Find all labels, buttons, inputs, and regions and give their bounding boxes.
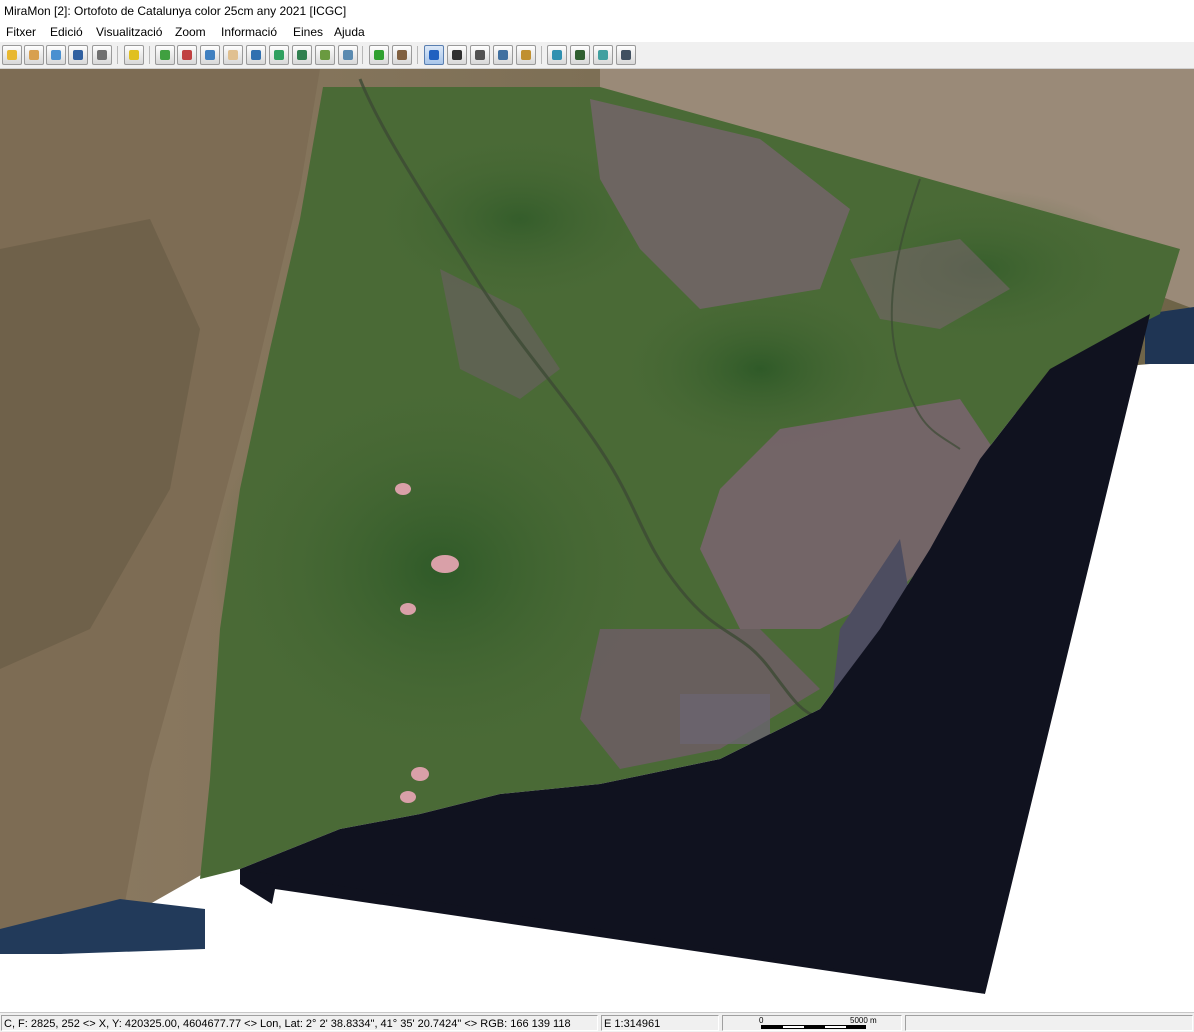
gps-button[interactable] bbox=[392, 45, 412, 65]
brightness-icon bbox=[129, 50, 139, 60]
zoom-layer-button[interactable] bbox=[292, 45, 312, 65]
pointer-button[interactable] bbox=[447, 45, 467, 65]
menu-zoom[interactable]: Zoom bbox=[175, 22, 206, 42]
quarry-patch bbox=[400, 603, 416, 615]
filter-button[interactable] bbox=[593, 45, 613, 65]
menu-bar: Fitxer Edició Visualització Zoom Informa… bbox=[0, 22, 1194, 42]
zoom-search-icon bbox=[343, 50, 353, 60]
print-icon bbox=[97, 50, 107, 60]
airport-area bbox=[680, 694, 770, 744]
quarry-patch bbox=[411, 767, 429, 781]
status-bar: C, F: 2825, 252 <> X, Y: 420325.00, 4604… bbox=[0, 1012, 1194, 1032]
zoom-layer-icon bbox=[297, 50, 307, 60]
print-button[interactable] bbox=[92, 45, 112, 65]
layers-button[interactable] bbox=[547, 45, 567, 65]
menu-eines[interactable]: Eines bbox=[293, 22, 323, 42]
zoom-window-icon bbox=[205, 50, 215, 60]
edit-button[interactable] bbox=[516, 45, 536, 65]
coordinate-readout: C, F: 2825, 252 <> X, Y: 420325.00, 4604… bbox=[1, 1015, 598, 1031]
quarry-patch bbox=[395, 483, 411, 495]
scale-bar: 0 5000 m bbox=[722, 1015, 902, 1031]
measure-button[interactable] bbox=[470, 45, 490, 65]
refresh-button[interactable] bbox=[369, 45, 389, 65]
pan-hand-icon bbox=[228, 50, 238, 60]
zoom-in-button[interactable] bbox=[155, 45, 175, 65]
measure-icon bbox=[475, 50, 485, 60]
no-data-area bbox=[0, 954, 205, 994]
layers-icon bbox=[552, 50, 562, 60]
quarry-patch bbox=[431, 555, 459, 573]
status-empty-panel bbox=[905, 1015, 1193, 1031]
save-icon bbox=[73, 50, 83, 60]
zoom-scale-button[interactable] bbox=[315, 45, 335, 65]
menu-edicio[interactable]: Edició bbox=[50, 22, 83, 42]
zoom-in-icon bbox=[160, 50, 170, 60]
filter-icon bbox=[598, 50, 608, 60]
scale-bar-graphic bbox=[761, 1025, 866, 1029]
menu-visualitzacio[interactable]: Visualització bbox=[96, 22, 162, 42]
window-title: MiraMon [2]: Ortofoto de Catalunya color… bbox=[0, 0, 1194, 22]
save-button[interactable] bbox=[68, 45, 88, 65]
table-button[interactable] bbox=[616, 45, 636, 65]
legend-button[interactable] bbox=[570, 45, 590, 65]
toolbar-separator bbox=[417, 46, 418, 64]
zoom-previous-button[interactable] bbox=[269, 45, 289, 65]
open-file-icon bbox=[29, 50, 39, 60]
profile-icon bbox=[498, 50, 508, 60]
zoom-window-button[interactable] bbox=[200, 45, 220, 65]
gps-icon bbox=[397, 50, 407, 60]
info-button[interactable] bbox=[424, 45, 444, 65]
zoom-full-button[interactable] bbox=[246, 45, 266, 65]
quarry-patch bbox=[400, 791, 416, 803]
profile-button[interactable] bbox=[493, 45, 513, 65]
info-icon bbox=[429, 50, 439, 60]
open-folder-button[interactable] bbox=[2, 45, 22, 65]
toolbar-separator bbox=[541, 46, 542, 64]
globe-open-icon bbox=[51, 50, 61, 60]
open-globe-button[interactable] bbox=[46, 45, 66, 65]
zoom-scale-icon bbox=[320, 50, 330, 60]
legend-icon bbox=[575, 50, 585, 60]
menu-ajuda[interactable]: Ajuda bbox=[334, 22, 365, 42]
zoom-search-button[interactable] bbox=[338, 45, 358, 65]
toolbar-separator bbox=[117, 46, 118, 64]
open-file-button[interactable] bbox=[24, 45, 44, 65]
zoom-out-icon bbox=[182, 50, 192, 60]
map-view[interactable] bbox=[0, 69, 1194, 994]
toolbar bbox=[0, 42, 1194, 69]
menu-informacio[interactable]: Informació bbox=[221, 22, 277, 42]
toolbar-separator bbox=[149, 46, 150, 64]
scale-readout: E 1:314961 bbox=[601, 1015, 719, 1031]
menu-fitxer[interactable]: Fitxer bbox=[6, 22, 36, 42]
open-folder-icon bbox=[7, 50, 17, 60]
pointer-icon bbox=[452, 50, 462, 60]
zoom-out-button[interactable] bbox=[177, 45, 197, 65]
pan-button[interactable] bbox=[223, 45, 243, 65]
edit-icon bbox=[521, 50, 531, 60]
toolbar-separator bbox=[362, 46, 363, 64]
orthophoto-map bbox=[0, 69, 1194, 994]
zoom-previous-icon bbox=[274, 50, 284, 60]
table-icon bbox=[621, 50, 631, 60]
refresh-icon bbox=[374, 50, 384, 60]
no-data-area bbox=[205, 909, 275, 994]
brightness-button[interactable] bbox=[124, 45, 144, 65]
zoom-full-icon bbox=[251, 50, 261, 60]
